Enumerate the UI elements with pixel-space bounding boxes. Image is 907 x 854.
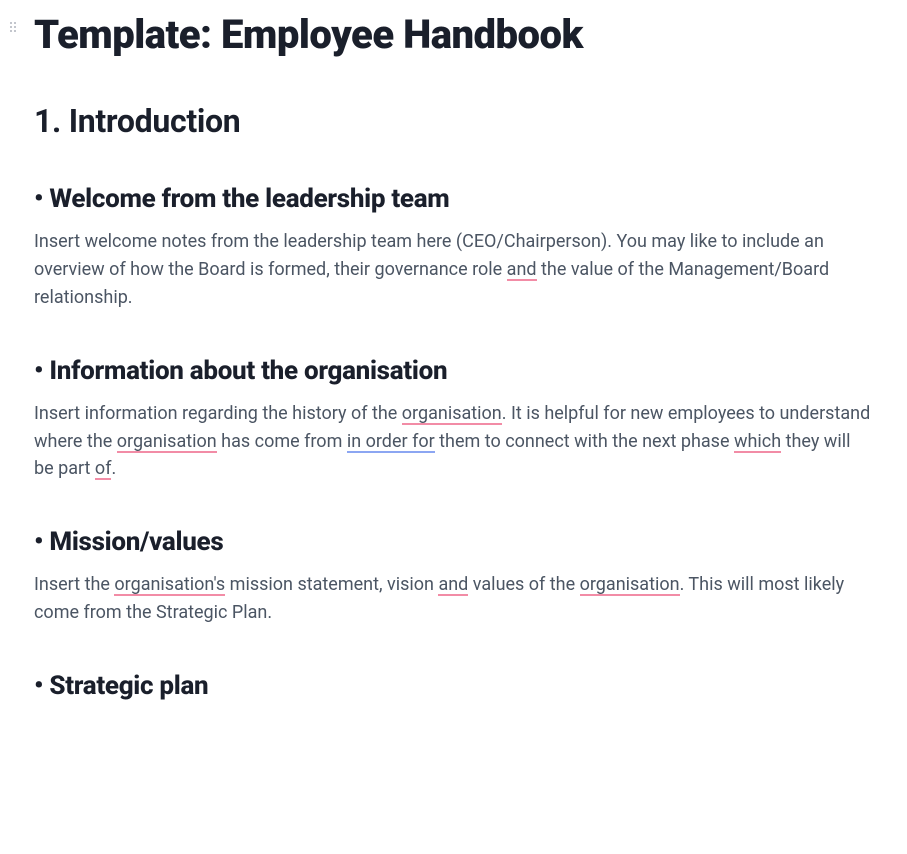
text-run: them to connect with the next phase xyxy=(435,431,734,452)
text-run: has come from xyxy=(217,431,347,452)
document-title[interactable]: Template: Employee Handbook xyxy=(34,12,873,58)
subheading-strategic[interactable]: Strategic plan xyxy=(34,671,873,701)
grammar-highlight[interactable]: organisation xyxy=(117,431,217,453)
subheading-info-org[interactable]: Information about the organisation xyxy=(34,356,873,386)
subheading-welcome[interactable]: Welcome from the leadership team xyxy=(34,184,873,214)
document-page: Template: Employee Handbook 1. Introduct… xyxy=(0,0,907,723)
text-run: values of the xyxy=(468,574,579,595)
grammar-highlight[interactable]: of xyxy=(95,458,112,480)
subheading-mission[interactable]: Mission/values xyxy=(34,527,873,557)
grammar-highlight[interactable]: organisation xyxy=(402,403,502,425)
text-run: . xyxy=(111,458,116,479)
grammar-highlight[interactable]: which xyxy=(734,431,781,453)
text-run: mission statement, vision xyxy=(225,574,438,595)
section-heading-introduction[interactable]: 1. Introduction xyxy=(34,102,873,140)
text-run: Insert information regarding the history… xyxy=(34,403,402,424)
grammar-highlight[interactable]: and xyxy=(438,574,468,596)
drag-handle-icon[interactable] xyxy=(10,22,16,32)
paragraph-info-org[interactable]: Insert information regarding the history… xyxy=(34,400,873,484)
grammar-highlight[interactable]: organisation xyxy=(580,574,680,596)
paragraph-welcome[interactable]: Insert welcome notes from the leadership… xyxy=(34,228,873,312)
grammar-highlight[interactable]: organisation's xyxy=(114,574,225,596)
paragraph-mission[interactable]: Insert the organisation's mission statem… xyxy=(34,571,873,627)
grammar-highlight[interactable]: and xyxy=(507,259,537,281)
grammar-highlight[interactable]: in order for xyxy=(347,431,435,453)
text-run: Insert the xyxy=(34,574,114,595)
